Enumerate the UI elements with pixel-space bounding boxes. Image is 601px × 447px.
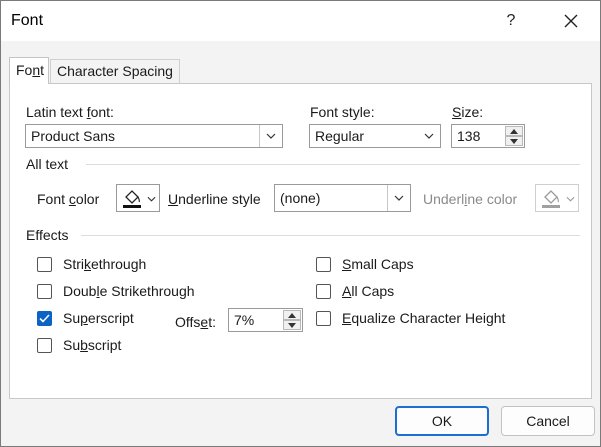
ok-button[interactable]: OK: [395, 406, 489, 436]
chevron-down-icon: [566, 196, 575, 202]
offset-spinner[interactable]: 7%: [228, 308, 303, 332]
paint-bucket-icon: [542, 190, 560, 208]
superscript-label: Superscript: [63, 310, 134, 326]
effects-divider: [81, 235, 580, 236]
dialog-title: Font: [11, 12, 44, 29]
underline-style-label: Underline style: [168, 191, 261, 207]
size-spin-arrows[interactable]: [505, 126, 523, 146]
equalize-height-checkbox[interactable]: Equalize Character Height: [316, 310, 505, 326]
underline-color-button[interactable]: [535, 184, 579, 212]
close-icon: [564, 14, 578, 28]
chevron-down-icon[interactable]: [259, 125, 282, 147]
title-bar: Font ?: [1, 1, 600, 41]
font-style-select[interactable]: Regular: [309, 124, 441, 148]
latin-font-label: Latin text font:: [26, 104, 114, 120]
all-text-group-title: All text: [26, 156, 69, 172]
underline-style-combo[interactable]: (none): [274, 184, 411, 212]
latin-font-value: Product Sans: [31, 128, 116, 144]
size-value: 138: [457, 128, 481, 144]
underline-color-label: Underline color: [423, 191, 518, 207]
subscript-label: Subscript: [63, 337, 122, 353]
strikethrough-checkbox[interactable]: Strikethrough: [37, 256, 146, 272]
offset-label: Offset:: [175, 314, 216, 330]
spin-down-icon[interactable]: [505, 136, 523, 146]
effects-group-title: Effects: [26, 227, 69, 243]
subscript-checkbox[interactable]: Subscript: [37, 337, 121, 353]
superscript-checkbox[interactable]: Superscript: [37, 310, 134, 326]
strikethrough-label: Strikethrough: [63, 256, 147, 272]
paint-bucket-icon: [123, 190, 141, 208]
tab-character-spacing[interactable]: Character Spacing: [50, 59, 180, 83]
double-strikethrough-label: Double Strikethrough: [63, 283, 195, 299]
help-button[interactable]: ?: [497, 7, 525, 35]
font-dialog: Font ? Font Character Spacing Latin text…: [0, 0, 601, 447]
double-strikethrough-checkbox[interactable]: Double Strikethrough: [37, 283, 195, 299]
all-caps-label: All Caps: [342, 283, 395, 299]
chevron-down-icon: [147, 196, 156, 202]
size-label: Size:: [452, 104, 484, 120]
equalize-height-label: Equalize Character Height: [342, 310, 506, 326]
font-style-value: Regular: [315, 128, 365, 144]
close-button[interactable]: [557, 7, 585, 35]
latin-font-combo[interactable]: Product Sans: [25, 124, 283, 148]
all-text-divider: [86, 164, 580, 165]
spin-up-icon[interactable]: [505, 126, 523, 136]
font-tab-panel: Latin text font: Product Sans Font style…: [9, 83, 592, 399]
chevron-down-icon[interactable]: [387, 185, 410, 211]
spin-down-icon[interactable]: [283, 320, 301, 330]
small-caps-checkbox[interactable]: Small Caps: [316, 256, 414, 272]
underline-style-value: (none): [280, 190, 321, 206]
checkmark-icon: [39, 313, 50, 323]
small-caps-label: Small Caps: [342, 256, 414, 272]
all-caps-checkbox[interactable]: All Caps: [316, 283, 394, 299]
font-color-button[interactable]: [116, 184, 160, 212]
tab-font[interactable]: Font: [9, 57, 49, 84]
chevron-down-icon[interactable]: [418, 125, 440, 147]
spin-up-icon[interactable]: [283, 310, 301, 320]
offset-spin-arrows[interactable]: [283, 310, 301, 330]
font-color-label: Font color: [37, 191, 100, 207]
size-spinner[interactable]: 138: [451, 124, 525, 148]
font-style-label: Font style:: [310, 104, 375, 120]
cancel-button[interactable]: Cancel: [501, 406, 595, 436]
offset-value[interactable]: 7%: [234, 312, 254, 328]
